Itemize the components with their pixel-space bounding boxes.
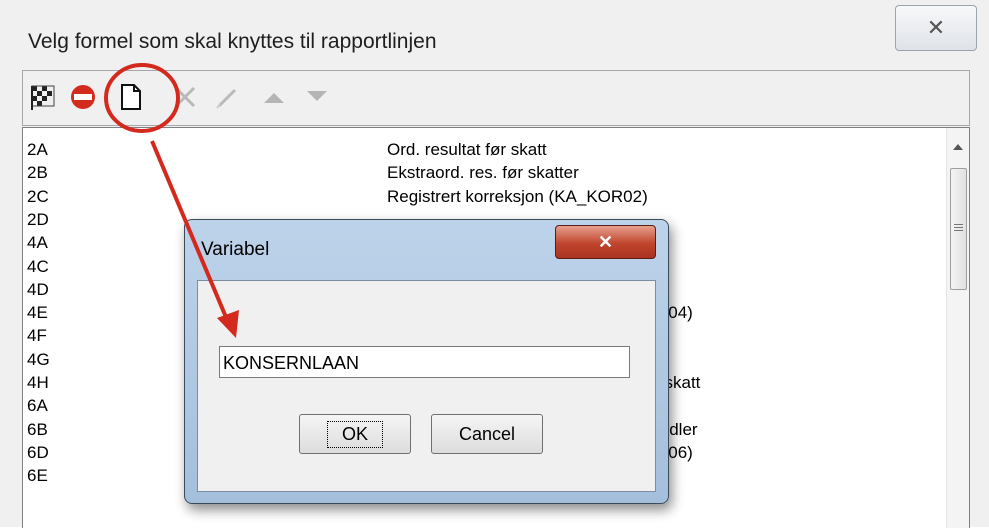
list-item-code: 4E bbox=[27, 303, 48, 323]
ok-button[interactable]: OK bbox=[299, 414, 411, 454]
list-item-code: 2D bbox=[27, 209, 49, 229]
window-title: Velg formel som skal knyttes til rapport… bbox=[28, 30, 437, 53]
cancel-label: Cancel bbox=[458, 423, 516, 444]
toolbar bbox=[22, 70, 970, 126]
list-item-code: 4H bbox=[27, 373, 49, 392]
variable-input[interactable]: KONSERNLAAN bbox=[219, 346, 630, 378]
new-document-icon[interactable] bbox=[115, 81, 147, 113]
list-item-code: 6D bbox=[27, 442, 49, 462]
list-item-description: Registrert korreksjon (KA_KOR02) bbox=[387, 186, 648, 206]
list-item-code: 2B bbox=[27, 163, 48, 183]
vertical-scrollbar[interactable] bbox=[946, 128, 969, 528]
close-icon: ✕ bbox=[926, 15, 946, 40]
dialog-close-button[interactable]: ✕ bbox=[555, 225, 656, 259]
list-item-code: 6E bbox=[27, 466, 48, 486]
list-item-code: 4A bbox=[27, 233, 48, 253]
down-arrow-icon[interactable] bbox=[301, 81, 333, 113]
cancel-button[interactable]: Cancel bbox=[431, 414, 543, 454]
checkered-flag-icon[interactable] bbox=[27, 81, 59, 113]
dialog-title: Variabel bbox=[201, 239, 270, 260]
no-entry-icon[interactable] bbox=[67, 81, 99, 113]
ok-label: OK bbox=[326, 420, 383, 448]
variable-dialog: Variabel ✕ KONSERNLAAN OK Cancel bbox=[184, 219, 669, 504]
list-item-code: 4G bbox=[27, 349, 50, 369]
list-item-code: 4C bbox=[27, 256, 49, 276]
list-item-code: 4D bbox=[27, 279, 49, 299]
dialog-body: KONSERNLAAN OK Cancel bbox=[197, 280, 656, 492]
list-item-code: 6A bbox=[27, 396, 48, 416]
list-item-description: Ord. resultat før skatt bbox=[387, 140, 547, 159]
window-close-button[interactable]: ✕ bbox=[895, 5, 977, 51]
scroll-up-icon[interactable] bbox=[952, 142, 964, 152]
scroll-thumb[interactable] bbox=[950, 168, 967, 290]
list-item-code: 4F bbox=[27, 326, 47, 346]
grip-icon bbox=[954, 224, 963, 231]
close-icon: ✕ bbox=[597, 231, 614, 252]
edit-pencil-icon[interactable] bbox=[211, 81, 243, 113]
up-arrow-icon[interactable] bbox=[258, 81, 290, 113]
list-item-code: 2C bbox=[27, 186, 49, 206]
list-item-code: 6B bbox=[27, 419, 48, 439]
list-item-description: Ekstraord. res. før skatter bbox=[387, 163, 579, 183]
delete-x-icon[interactable] bbox=[169, 81, 201, 113]
list-item-code: 2A bbox=[27, 140, 48, 159]
title-bar: Velg formel som skal knyttes til rapport… bbox=[0, 0, 989, 70]
